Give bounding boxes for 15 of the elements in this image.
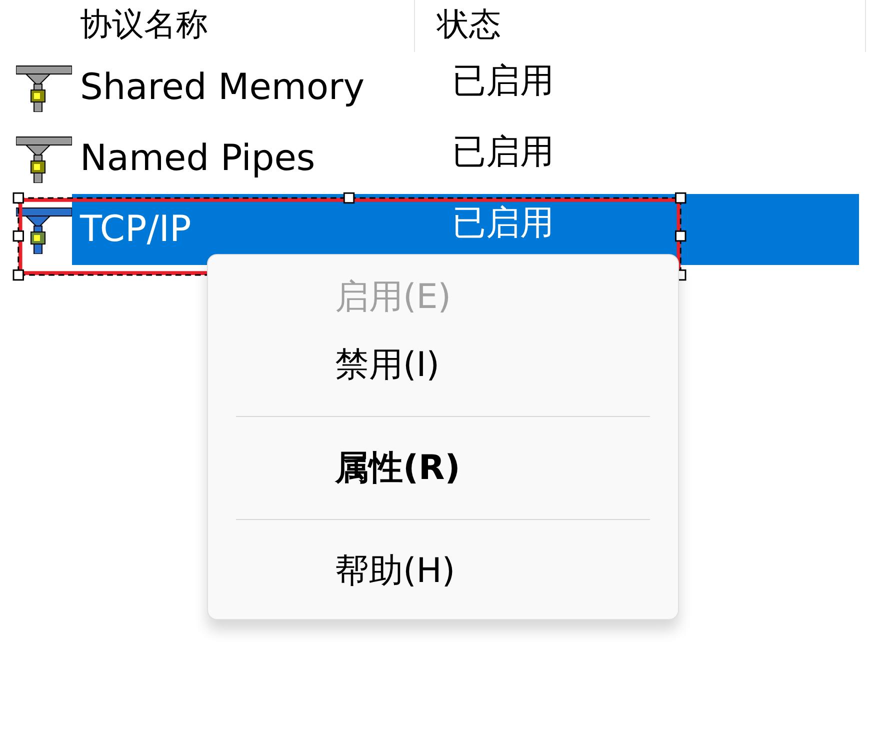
- status-text: 已启用: [452, 60, 554, 100]
- menu-item[interactable]: 帮助(H): [208, 537, 678, 605]
- status-text: 已启用: [452, 202, 554, 242]
- connector-icon: [16, 134, 72, 182]
- column-header[interactable]: 状态: [437, 4, 865, 44]
- protocol-name: Named Pipes: [79, 138, 316, 179]
- table-row[interactable]: Named Pipes 已启用: [72, 123, 859, 194]
- menu-item[interactable]: 禁用(I): [208, 331, 678, 399]
- column-header[interactable]: 协议名称: [80, 4, 414, 44]
- menu-item[interactable]: 属性(R): [208, 434, 678, 502]
- connector-icon: [16, 64, 72, 112]
- protocol-name: Shared Memory: [79, 67, 366, 108]
- table-row[interactable]: Shared Memory 已启用: [72, 52, 859, 123]
- status-text: 已启用: [452, 132, 554, 172]
- protocol-name: TCP/IP: [78, 209, 192, 250]
